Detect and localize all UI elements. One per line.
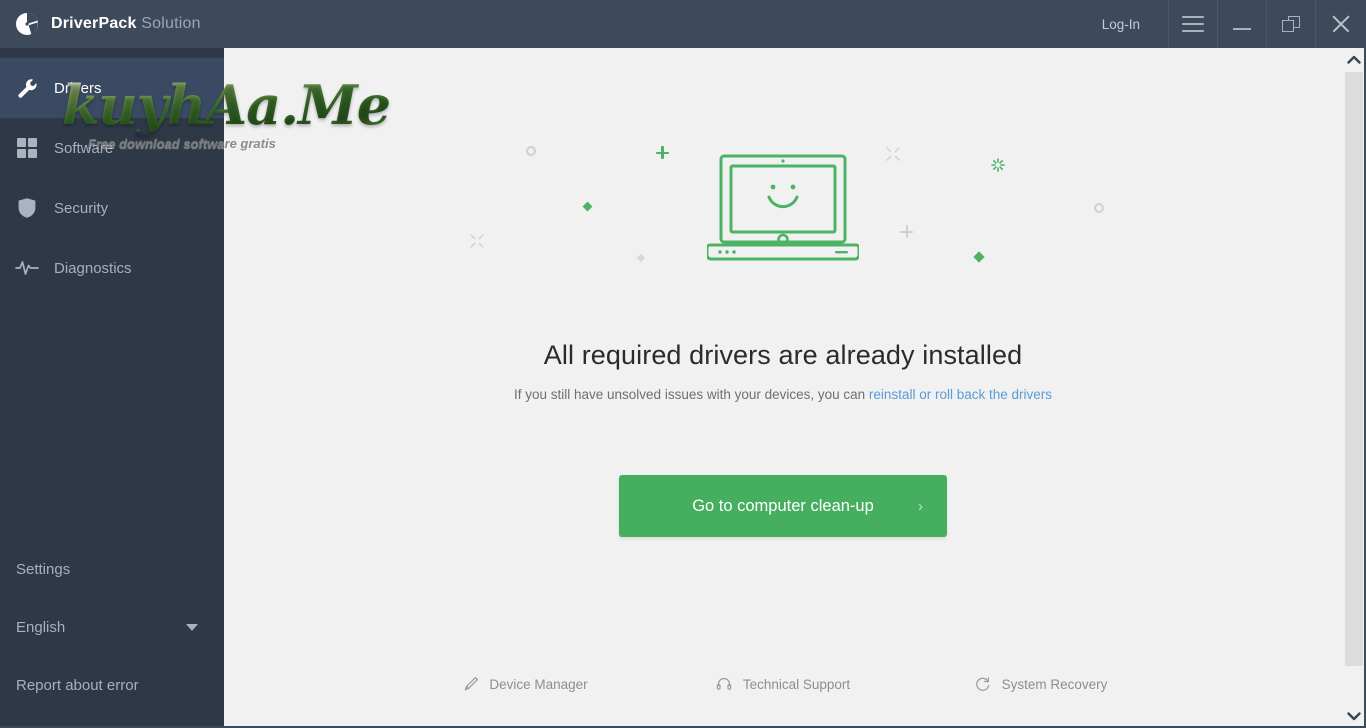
minimize-icon [1233, 28, 1251, 30]
refresh-circle-icon [975, 676, 992, 693]
sidebar-item-label: Drivers [54, 79, 102, 97]
maximize-restore-icon [1282, 16, 1300, 32]
scrollbar-track[interactable] [1342, 72, 1366, 704]
pulse-wave-icon [14, 255, 40, 281]
vertical-scrollbar[interactable] [1342, 48, 1366, 728]
sidebar-item-software[interactable]: Software [0, 118, 224, 178]
sidebar-item-drivers[interactable]: Drivers [0, 58, 224, 118]
decoration-ring-2 [1094, 203, 1104, 213]
sidebar-nav: Drivers Software Security Diagnostics [0, 48, 224, 298]
footer-item-label: Device Manager [489, 676, 588, 692]
sidebar-item-diagnostics[interactable]: Diagnostics [0, 238, 224, 298]
application-window: DriverPack Solution Log-In Drivers Softw… [0, 0, 1366, 728]
decoration-sparkle-1 [470, 234, 484, 248]
maximize-button[interactable] [1267, 0, 1315, 48]
laptop-smiley-icon [705, 153, 861, 268]
sidebar-item-security[interactable]: Security [0, 178, 224, 238]
sidebar-item-label: Software [54, 139, 114, 157]
sidebar-footer: Settings English Report about error [0, 540, 224, 728]
hamburger-menu-icon [1182, 16, 1204, 32]
shield-icon [14, 195, 40, 221]
cta-container: Go to computer clean-up › [224, 475, 1342, 537]
decoration-ring-1 [526, 146, 536, 156]
chevron-down-icon [186, 623, 198, 631]
page-title: All required drivers are already install… [543, 340, 1023, 370]
close-icon [1331, 14, 1351, 34]
subtitle-text: If you still have unsolved issues with y… [513, 387, 869, 402]
footer-toolbar: Device Manager Technical Support System … [224, 656, 1342, 728]
reinstall-drivers-link[interactable]: reinstall or roll back the drivers [869, 387, 1052, 402]
brand-light: Solution [141, 15, 201, 32]
sidebar: Drivers Software Security Diagnostics Se… [0, 48, 224, 728]
decoration-diamond-3 [636, 253, 646, 263]
cta-label: Go to computer clean-up [692, 496, 874, 515]
brand-bold: DriverPack [51, 15, 137, 32]
footer-item-label: Technical Support [742, 676, 851, 692]
close-button[interactable] [1316, 0, 1366, 48]
sidebar-language-label: English [16, 618, 66, 636]
decoration-sparkle-green [991, 158, 1005, 172]
sidebar-settings-link[interactable]: Settings [0, 540, 224, 598]
pen-tool-icon [462, 676, 479, 693]
chevron-up-icon [1347, 55, 1361, 65]
sidebar-report-error-link[interactable]: Report about error [0, 656, 224, 714]
footer-item-label: System Recovery [1001, 676, 1108, 692]
device-manager-link[interactable]: Device Manager [396, 676, 654, 693]
driverpack-logo-icon [15, 12, 39, 36]
title-bar: DriverPack Solution Log-In [0, 0, 1366, 48]
chevron-right-icon: › [918, 497, 923, 515]
technical-support-link[interactable]: Technical Support [654, 676, 912, 693]
wrench-icon [14, 75, 40, 101]
minimize-button[interactable] [1218, 0, 1266, 48]
window-body: Drivers Software Security Diagnostics Se… [0, 48, 1366, 728]
decoration-sparkle-2 [886, 147, 900, 161]
page-subtitle: If you still have unsolved issues with y… [224, 387, 1342, 402]
app-brand: DriverPack Solution [0, 12, 201, 36]
scroll-up-button[interactable] [1342, 48, 1366, 72]
app-title: DriverPack Solution [51, 15, 201, 33]
hero-illustration-area [224, 48, 1342, 308]
scrollbar-thumb[interactable] [1345, 72, 1363, 666]
sidebar-language-selector[interactable]: English [0, 598, 224, 656]
hamburger-menu-button[interactable] [1169, 0, 1217, 48]
scroll-down-button[interactable] [1342, 704, 1366, 728]
decoration-diamond-1 [582, 201, 593, 212]
chevron-down-icon [1347, 711, 1361, 721]
go-to-computer-cleanup-button[interactable]: Go to computer clean-up › [619, 475, 947, 537]
grid-squares-icon [14, 135, 40, 161]
system-recovery-link[interactable]: System Recovery [912, 676, 1170, 693]
decoration-diamond-2 [973, 251, 985, 263]
sidebar-item-label: Diagnostics [54, 259, 132, 277]
sidebar-item-label: Security [54, 199, 109, 217]
headset-icon [716, 676, 733, 693]
login-button[interactable]: Log-In [1074, 0, 1168, 48]
main-content: All required drivers are already install… [224, 48, 1342, 728]
